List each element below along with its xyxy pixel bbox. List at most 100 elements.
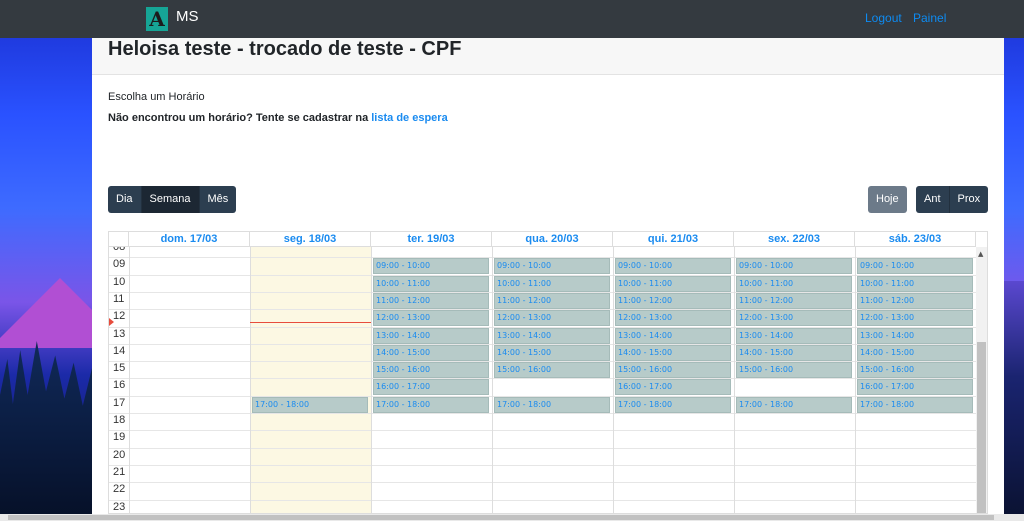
hour-label: 21 [113, 465, 126, 478]
column-divider [492, 247, 493, 513]
column-divider [855, 247, 856, 513]
time-slot[interactable]: 13:00 - 14:00 [857, 327, 973, 344]
time-slot[interactable]: 17:00 - 18:00 [373, 396, 489, 413]
hour-label: 11 [113, 292, 125, 305]
time-slot[interactable]: 15:00 - 16:00 [857, 362, 973, 379]
next-button[interactable]: Prox [949, 186, 989, 213]
hour-row: 18 [109, 413, 977, 430]
time-slot[interactable]: 10:00 - 11:00 [736, 275, 852, 292]
brand-name[interactable]: MS [176, 8, 199, 25]
time-slot[interactable]: 11:00 - 12:00 [615, 292, 731, 309]
time-slot[interactable]: 17:00 - 18:00 [857, 396, 973, 413]
time-slot[interactable]: 12:00 - 13:00 [857, 310, 973, 327]
time-slot[interactable]: 14:00 - 15:00 [615, 344, 731, 361]
view-toggle: Dia Semana Mês [108, 186, 237, 213]
logout-link[interactable]: Logout [865, 11, 902, 25]
day-header[interactable]: sáb. 23/03 [855, 232, 976, 247]
calendar-scrollbar[interactable]: ▲ [976, 247, 987, 513]
day-header[interactable]: qui. 21/03 [613, 232, 734, 247]
calendar-body: 08 09 10 11 12 13 14 15 16 17 18 19 20 21 22 23 17:00 - … [109, 247, 977, 513]
scroll-up-icon[interactable]: ▲ [978, 250, 983, 258]
prev-button[interactable]: Ant [916, 186, 950, 213]
time-slot[interactable]: 10:00 - 11:00 [615, 275, 731, 292]
time-slot[interactable]: 14:00 - 15:00 [857, 344, 973, 361]
day-header[interactable]: sex. 22/03 [734, 232, 855, 247]
hour-label: 14 [113, 344, 126, 357]
time-slot[interactable]: 12:00 - 13:00 [373, 310, 489, 327]
hour-label: 20 [113, 448, 126, 461]
current-time-line [250, 322, 371, 324]
waitlist-link[interactable]: lista de espera [371, 112, 447, 124]
hour-row: 16 [109, 378, 977, 395]
time-slot[interactable]: 15:00 - 16:00 [615, 362, 731, 379]
today-button[interactable]: Hoje [868, 186, 907, 213]
day-header[interactable]: ter. 19/03 [371, 232, 492, 247]
hour-label: 08 [113, 247, 126, 253]
time-slot[interactable]: 13:00 - 14:00 [736, 327, 852, 344]
view-day-button[interactable]: Dia [108, 186, 142, 213]
time-slot[interactable]: 17:00 - 18:00 [252, 396, 368, 413]
hour-label: 10 [113, 275, 126, 288]
time-slot[interactable]: 14:00 - 15:00 [494, 344, 610, 361]
hour-label: 12 [113, 310, 126, 323]
hour-label: 23 [113, 500, 126, 513]
painel-link[interactable]: Painel [913, 11, 946, 25]
time-slot[interactable]: 15:00 - 16:00 [373, 362, 489, 379]
time-slot[interactable]: 12:00 - 13:00 [494, 310, 610, 327]
time-slot[interactable]: 09:00 - 10:00 [736, 258, 852, 275]
time-slot[interactable]: 09:00 - 10:00 [494, 258, 610, 275]
time-slot[interactable]: 10:00 - 11:00 [857, 275, 973, 292]
time-slot[interactable]: 12:00 - 13:00 [736, 310, 852, 327]
time-slot[interactable]: 13:00 - 14:00 [373, 327, 489, 344]
hour-row: 08 [109, 247, 977, 257]
hour-label: 09 [113, 258, 126, 271]
hour-row: 20 [109, 447, 977, 465]
hour-row: 19 [109, 430, 977, 447]
time-slot[interactable]: 16:00 - 17:00 [373, 379, 489, 396]
time-slot[interactable]: 13:00 - 14:00 [615, 327, 731, 344]
hour-label: 19 [113, 431, 126, 444]
time-slot[interactable]: 10:00 - 11:00 [494, 275, 610, 292]
background-right [1004, 38, 1024, 521]
waitlist-text: Não encontrou um horário? Tente se cadas… [108, 112, 448, 124]
trees-decoration [1004, 281, 1024, 521]
hour-label: 13 [113, 327, 126, 340]
time-slot[interactable]: 17:00 - 18:00 [494, 396, 610, 413]
trees-decoration [0, 341, 92, 521]
time-slot[interactable]: 10:00 - 11:00 [373, 275, 489, 292]
scroll-thumb[interactable] [977, 342, 986, 513]
time-slot[interactable]: 09:00 - 10:00 [615, 258, 731, 275]
top-navbar: A MS Logout Painel [0, 0, 1024, 38]
time-slot[interactable]: 16:00 - 17:00 [857, 379, 973, 396]
brand-logo[interactable]: A [146, 7, 168, 31]
horizontal-scroll-thumb[interactable] [8, 515, 994, 520]
time-slot[interactable]: 09:00 - 10:00 [857, 258, 973, 275]
time-slot[interactable]: 14:00 - 15:00 [736, 344, 852, 361]
time-slot[interactable]: 14:00 - 15:00 [373, 344, 489, 361]
view-week-button[interactable]: Semana [141, 186, 200, 213]
time-slot[interactable]: 12:00 - 13:00 [615, 310, 731, 327]
hour-label: 22 [113, 483, 126, 496]
time-slot[interactable]: 11:00 - 12:00 [373, 292, 489, 309]
column-divider [129, 247, 130, 513]
time-slot[interactable]: 16:00 - 17:00 [615, 379, 731, 396]
gutter-header [109, 232, 129, 247]
day-header[interactable]: dom. 17/03 [129, 232, 250, 247]
time-slot[interactable]: 11:00 - 12:00 [494, 292, 610, 309]
horizontal-scrollbar[interactable] [0, 514, 1024, 521]
time-slot[interactable]: 17:00 - 18:00 [615, 396, 731, 413]
time-slot[interactable]: 13:00 - 14:00 [494, 327, 610, 344]
day-header[interactable]: qua. 20/03 [492, 232, 613, 247]
time-slot[interactable]: 15:00 - 16:00 [736, 362, 852, 379]
column-divider [734, 247, 735, 513]
time-slot[interactable]: 15:00 - 16:00 [494, 362, 610, 379]
view-month-button[interactable]: Mês [199, 186, 237, 213]
hour-label: 18 [113, 414, 126, 426]
time-slot[interactable]: 11:00 - 12:00 [736, 292, 852, 309]
time-slot[interactable]: 17:00 - 18:00 [736, 396, 852, 413]
column-divider [613, 247, 614, 513]
day-header[interactable]: seg. 18/03 [250, 232, 371, 247]
hour-label: 17 [113, 396, 126, 409]
time-slot[interactable]: 11:00 - 12:00 [857, 292, 973, 309]
time-slot[interactable]: 09:00 - 10:00 [373, 258, 489, 275]
